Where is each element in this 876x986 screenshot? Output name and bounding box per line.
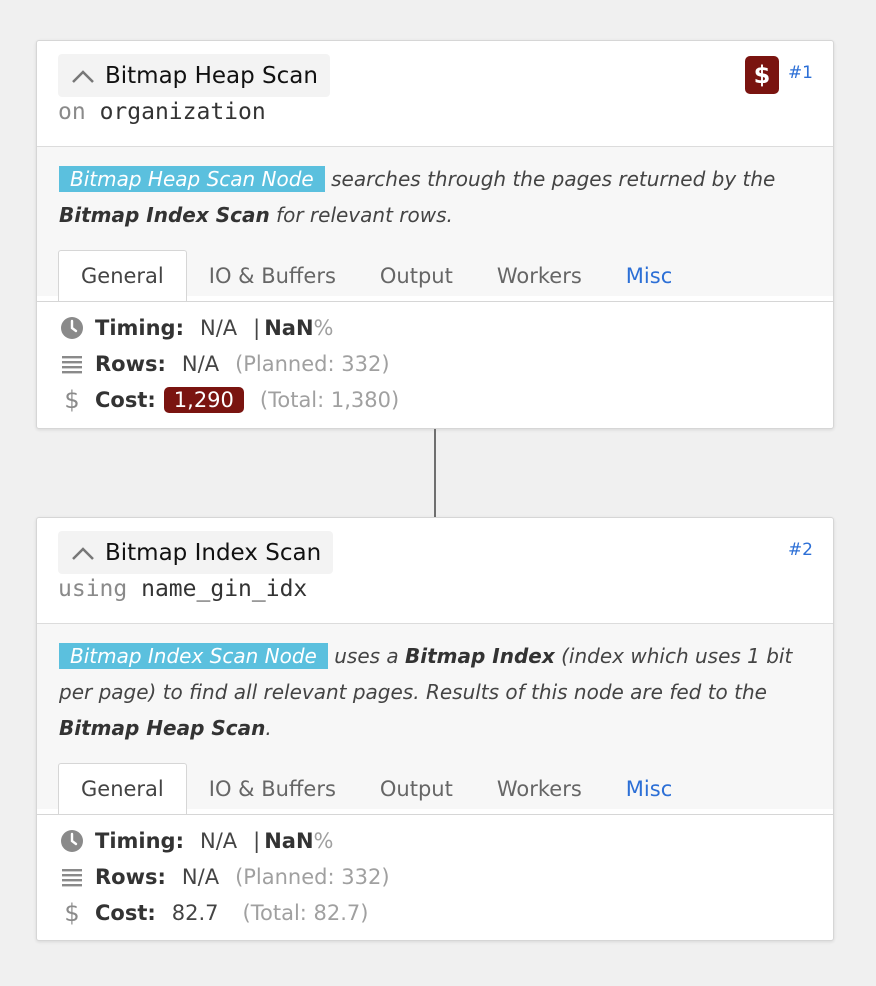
node-header: Bitmap Heap Scan on organization $ #1 — [37, 41, 833, 147]
desc-bold: Bitmap Index Scan — [59, 203, 270, 227]
node-tabs: General IO & Buffers Output Workers Misc — [36, 249, 833, 302]
stat-cost: $ Cost: 82.7 (Total: 82.7) — [59, 895, 811, 931]
stat-rows: Rows: N/A (Planned: 332) — [59, 346, 811, 382]
desc-text: searches through the pages returned by t… — [324, 167, 776, 191]
chevron-up-icon — [72, 546, 94, 560]
timing-separator: | — [253, 316, 261, 340]
tabs-divider — [36, 814, 833, 815]
node-id-link[interactable]: #2 — [788, 540, 813, 560]
desc-bold: Bitmap Index — [405, 644, 555, 668]
cost-value: 82.7 — [171, 901, 219, 925]
node-tabs: General IO & Buffers Output Workers Misc — [36, 762, 833, 815]
stat-rows: Rows: N/A (Planned: 332) — [59, 859, 811, 895]
stat-cost: $ Cost: 1,290 (Total: 1,380) — [59, 382, 811, 418]
index-keyword: using — [58, 576, 128, 602]
desc-text: uses a — [327, 644, 406, 668]
timing-percent-sign: % — [313, 829, 334, 853]
chevron-up-icon — [72, 69, 94, 83]
node-title: Bitmap Heap Scan — [105, 62, 318, 89]
tab-io-buffers[interactable]: IO & Buffers — [187, 251, 358, 301]
cost-label: Cost: — [95, 388, 156, 412]
node-description: Bitmap Heap Scan Node searches through t… — [36, 147, 833, 302]
cost-total: (Total: 82.7) — [242, 901, 369, 925]
rows-value: N/A — [181, 352, 220, 376]
relation-keyword: on — [58, 99, 86, 125]
tab-workers[interactable]: Workers — [475, 764, 604, 814]
cost-label: Cost: — [95, 901, 156, 925]
tabs-divider — [36, 301, 833, 302]
rows-planned: (Planned: 332) — [235, 865, 390, 889]
list-lines-icon — [59, 864, 85, 890]
node-id-link[interactable]: #1 — [788, 63, 813, 83]
tab-output[interactable]: Output — [358, 764, 475, 814]
node-type-tag: Bitmap Heap Scan Node — [59, 166, 325, 192]
dollar-icon: $ — [64, 899, 80, 927]
plan-node-2[interactable]: Bitmap Index Scan using name_gin_idx #2 … — [36, 517, 834, 941]
tab-output[interactable]: Output — [358, 251, 475, 301]
node-title-toggle[interactable]: Bitmap Heap Scan — [58, 54, 330, 97]
rows-label: Rows: — [95, 352, 166, 376]
stat-timing: Timing: N/A | NaN% — [59, 310, 811, 346]
relation-name: organization — [99, 99, 266, 125]
rows-label: Rows: — [95, 865, 166, 889]
tab-general[interactable]: General — [58, 250, 187, 302]
timing-value: N/A — [199, 316, 238, 340]
timing-percent-value: NaN — [264, 316, 314, 340]
plan-node-1[interactable]: Bitmap Heap Scan on organization $ #1 Bi… — [36, 40, 834, 429]
desc-bold: Bitmap Heap Scan — [59, 716, 266, 740]
node-subtitle: using name_gin_idx — [58, 576, 307, 602]
timing-percent-sign: % — [313, 316, 334, 340]
node-header: Bitmap Index Scan using name_gin_idx #2 — [37, 518, 833, 624]
node-subtitle: on organization — [58, 99, 266, 125]
node-connector-line — [434, 429, 436, 517]
rows-planned: (Planned: 332) — [235, 352, 390, 376]
cost-warning-badge: $ — [745, 56, 779, 94]
timing-percent-value: NaN — [264, 829, 314, 853]
plan-canvas: Bitmap Heap Scan on organization $ #1 Bi… — [0, 0, 876, 986]
list-lines-icon — [59, 351, 85, 377]
tab-misc[interactable]: Misc — [604, 764, 694, 814]
tab-general[interactable]: General — [58, 763, 187, 815]
index-name: name_gin_idx — [141, 576, 308, 602]
node-description: Bitmap Index Scan Node uses a Bitmap Ind… — [36, 624, 833, 815]
timing-label: Timing: — [95, 316, 184, 340]
timing-value: N/A — [199, 829, 238, 853]
node-title-toggle[interactable]: Bitmap Index Scan — [58, 531, 334, 574]
node-stats: Timing: N/A | NaN% Rows: N/A (Planned: 3… — [37, 296, 833, 418]
timing-label: Timing: — [95, 829, 184, 853]
clock-icon — [59, 828, 85, 854]
clock-icon — [59, 315, 85, 341]
dollar-icon: $ — [64, 386, 80, 414]
desc-text: . — [265, 716, 272, 740]
tab-io-buffers[interactable]: IO & Buffers — [187, 764, 358, 814]
node-title: Bitmap Index Scan — [105, 539, 322, 566]
rows-value: N/A — [181, 865, 220, 889]
desc-text: for relevant rows. — [269, 203, 453, 227]
stat-timing: Timing: N/A | NaN% — [59, 823, 811, 859]
node-type-tag: Bitmap Index Scan Node — [59, 643, 328, 669]
timing-separator: | — [253, 829, 261, 853]
tab-workers[interactable]: Workers — [475, 251, 604, 301]
cost-value-badge: 1,290 — [163, 387, 244, 413]
cost-total: (Total: 1,380) — [259, 388, 400, 412]
tab-misc[interactable]: Misc — [604, 251, 694, 301]
node-stats: Timing: N/A | NaN% Rows: N/A (Planned: 3… — [37, 809, 833, 931]
